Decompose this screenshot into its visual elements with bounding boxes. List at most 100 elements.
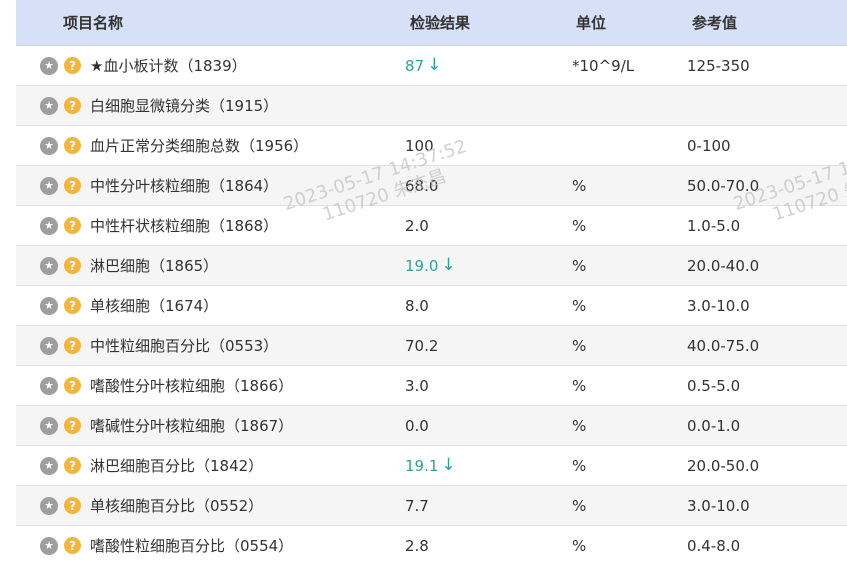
row-name-cell: ★? 嗜碱性分叶核粒细胞（1867） [40,406,293,445]
table-row[interactable]: ★? 淋巴细胞（1865） 19.0 ↓% 20.0-40.0 [16,246,847,286]
help-icon[interactable]: ? [64,57,81,74]
star-icon[interactable]: ★ [40,56,58,75]
star-icon[interactable]: ★ [40,416,58,435]
table-row[interactable]: ★? 白细胞显微镜分类（1915） [16,86,847,126]
table-row[interactable]: ★? 淋巴细胞百分比（1842） 19.1 ↓% 20.0-50.0 [16,446,847,486]
table-row[interactable]: ★? 中性杆状核粒细胞（1868） 2.0% 1.0-5.0 [16,206,847,246]
unit-value: % [572,216,587,235]
row-result-cell: 3.0 [405,366,429,405]
result-value: 2.8 [405,536,429,555]
row-name-cell: ★? 中性分叶核粒细胞（1864） [40,166,278,205]
item-name: 血片正常分类细胞总数（1956） [90,137,309,155]
table-row[interactable]: ★? 嗜酸性分叶核粒细胞（1866） 3.0% 0.5-5.0 [16,366,847,406]
item-name: 嗜碱性分叶核粒细胞（1867） [90,417,294,435]
row-name-cell: ★? 淋巴细胞百分比（1842） [40,446,263,485]
header-name: 项目名称 [63,14,124,32]
row-result-cell: 19.0 ↓ [405,246,456,285]
row-result-cell: 87 ↓ [405,46,441,85]
row-name-cell: ★? 中性杆状核粒细胞（1868） [40,206,278,245]
help-icon[interactable]: ? [64,217,81,234]
table-row[interactable]: ★? 中性分叶核粒细胞（1864） 68.0% 50.0-70.0 [16,166,847,206]
lab-results-table: 项目名称 检验结果 单位 参考值 ★? ★血小板计数（1839） 87 ↓ *10^9/… [16,0,847,562]
item-name: 嗜酸性粒细胞百分比（0554） [90,537,294,555]
help-icon[interactable]: ? [64,297,81,314]
unit-value: % [572,536,587,555]
star-icon[interactable]: ★ [40,496,58,515]
table-row[interactable]: ★? 单核细胞百分比（0552） 7.7% 3.0-10.0 [16,486,847,526]
help-icon[interactable]: ? [64,97,81,114]
table-row[interactable]: ★? 嗜碱性分叶核粒细胞（1867） 0.0% 0.0-1.0 [16,406,847,446]
row-name-cell: ★? 单核细胞百分比（0552） [40,486,263,525]
help-icon[interactable]: ? [64,257,81,274]
star-icon[interactable]: ★ [40,536,58,555]
star-icon[interactable]: ★ [40,216,58,235]
unit-value: % [572,176,587,195]
row-result-cell: 68.0 [405,166,438,205]
star-icon[interactable]: ★ [40,296,58,315]
header-result: 检验结果 [410,14,471,32]
star-icon[interactable]: ★ [40,456,58,475]
table-row[interactable]: ★? 中性粒细胞百分比（0553） 70.2% 40.0-75.0 [16,326,847,366]
row-result-cell: 7.7 [405,486,429,525]
row-result-cell: 19.1 ↓ [405,446,456,485]
reference-value: 50.0-70.0 [687,176,760,195]
row-result-cell: 2.0 [405,206,429,245]
result-value: 68.0 [405,176,439,195]
table-row[interactable]: ★? 单核细胞（1674） 8.0% 3.0-10.0 [16,286,847,326]
reference-value: 20.0-40.0 [687,256,760,275]
table-row[interactable]: ★? ★血小板计数（1839） 87 ↓ *10^9/L 125-350 [16,46,847,86]
row-result-cell: 0.0 [405,406,429,445]
result-value: 7.7 [405,496,429,515]
star-icon[interactable]: ★ [40,336,58,355]
star-icon[interactable]: ★ [40,96,58,115]
star-icon[interactable]: ★ [40,176,58,195]
help-icon[interactable]: ? [64,537,81,554]
row-result-cell: 8.0 [405,286,429,325]
table-body: ★? ★血小板计数（1839） 87 ↓ *10^9/L 125-350 ★? 白细胞显微镜分… [16,46,847,562]
item-name: 单核细胞（1674） [90,297,219,315]
reference-value: 40.0-75.0 [687,336,760,355]
reference-value: 20.0-50.0 [687,456,760,475]
row-name-cell: ★? 淋巴细胞（1865） [40,246,218,285]
help-icon[interactable]: ? [64,417,81,434]
reference-value: 0.5-5.0 [687,376,741,395]
row-name-cell: ★? 单核细胞（1674） [40,286,218,325]
help-icon[interactable]: ? [64,177,81,194]
result-value: 3.0 [405,376,429,395]
item-name: 淋巴细胞百分比（1842） [90,457,264,475]
help-icon[interactable]: ? [64,457,81,474]
row-name-cell: ★? 嗜酸性粒细胞百分比（0554） [40,526,293,562]
unit-value: % [572,376,587,395]
reference-value: 3.0-10.0 [687,296,750,315]
help-icon[interactable]: ? [64,337,81,354]
unit-value: % [572,496,587,515]
result-value: 19.1 [405,456,439,475]
table-row[interactable]: ★? 血片正常分类细胞总数（1956） 100 0-100 [16,126,847,166]
unit-value: % [572,456,587,475]
header-reference: 参考值 [692,14,738,32]
item-name: 中性杆状核粒细胞（1868） [90,217,279,235]
result-value: 87 [405,56,425,75]
help-icon[interactable]: ? [64,377,81,394]
star-icon[interactable]: ★ [40,136,58,155]
unit-value: *10^9/L [572,56,635,75]
header-unit: 单位 [576,14,607,32]
item-name: 淋巴细胞（1865） [90,257,219,275]
result-value: 19.0 [405,256,439,275]
result-value: 2.0 [405,216,429,235]
unit-value: % [572,296,587,315]
row-name-cell: ★? ★血小板计数（1839） [40,46,247,85]
arrow-down-icon: ↓ [441,455,456,475]
table-header: 项目名称 检验结果 单位 参考值 [16,0,847,46]
reference-value: 125-350 [687,56,750,75]
reference-value: 0-100 [687,136,731,155]
star-icon[interactable]: ★ [40,256,58,275]
item-name: 中性分叶核粒细胞（1864） [90,177,279,195]
row-result-cell: 100 [405,126,434,165]
help-icon[interactable]: ? [64,497,81,514]
help-icon[interactable]: ? [64,137,81,154]
arrow-down-icon: ↓ [427,55,442,75]
unit-value: % [572,256,587,275]
table-row[interactable]: ★? 嗜酸性粒细胞百分比（0554） 2.8% 0.4-8.0 [16,526,847,562]
star-icon[interactable]: ★ [40,376,58,395]
